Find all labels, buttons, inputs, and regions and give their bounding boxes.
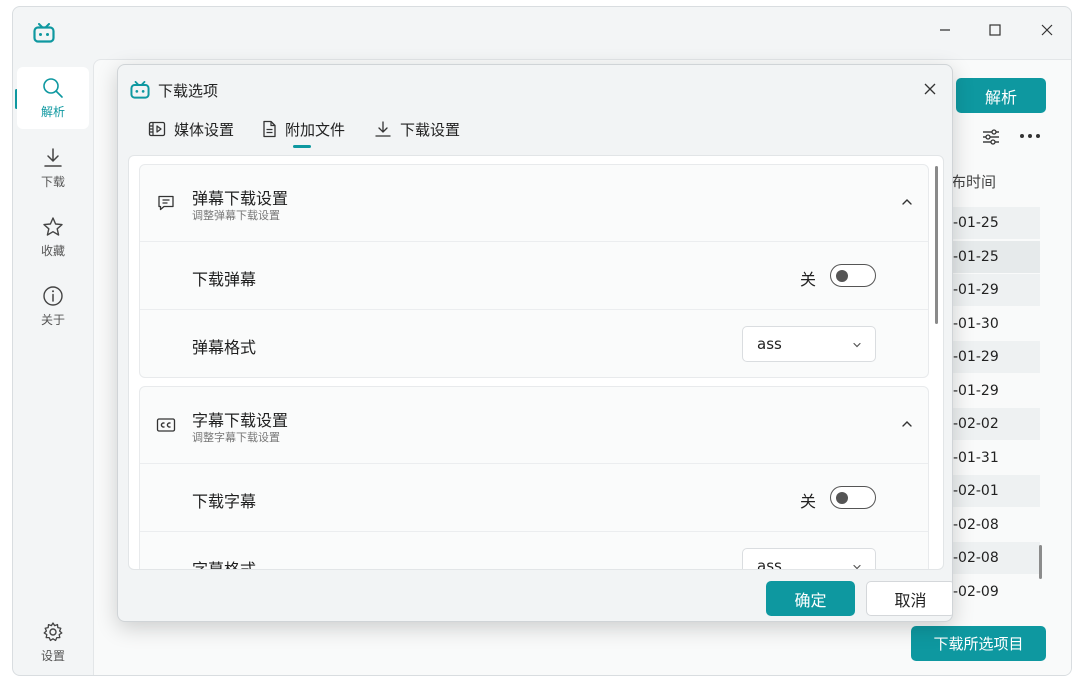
close-icon [1041,24,1053,36]
dialog-title: 下载选项 [158,82,219,100]
subtitle-format-row: 字幕格式 ass [140,531,928,570]
chevron-down-icon [853,564,861,569]
dialog-scrollbar[interactable] [935,166,938,324]
table-row: -01-30 [953,316,999,332]
tab-attached-files[interactable]: 附加文件 [261,115,345,143]
download-subtitles-row: 下载字幕 关 [140,463,928,531]
media-settings-icon [148,121,166,137]
sidebar-item-label: 关于 [40,312,65,327]
download-icon [44,147,62,167]
table-row: -02-02 [943,408,1040,440]
danmaku-settings-header[interactable]: 弹幕下载设置 调整弹幕下载设置 [140,165,928,241]
toggle-state-label: 关 [800,492,817,511]
card-subtitle: 调整弹幕下载设置 [192,209,280,222]
sidebar-item-parse[interactable]: 解析 [17,67,89,129]
chevron-down-icon [853,342,861,348]
table-row: -02-01 [943,475,1040,507]
row-label: 下载弹幕 [192,270,257,289]
download-danmaku-toggle[interactable] [830,264,876,287]
close-window-button[interactable] [1027,17,1067,43]
toggle-knob [836,269,848,282]
sidebar-item-label: 下载 [40,174,65,189]
toggle-state-label: 关 [800,270,817,289]
card-title: 字幕下载设置 [192,411,289,430]
filter-settings-icon[interactable] [981,129,1001,145]
row-label: 弹幕格式 [192,338,257,357]
subtitle-settings-card: 字幕下载设置 调整字幕下载设置 下载字幕 关 字幕格式 ass [139,386,929,570]
closed-caption-icon [156,418,176,432]
sidebar-item-favorites[interactable]: 收藏 [17,206,89,268]
table-row: -02-08 [943,542,1040,574]
info-icon [43,285,63,306]
list-scrollbar[interactable] [1039,545,1042,579]
row-label: 下载字幕 [192,492,257,511]
danmaku-format-select[interactable]: ass [742,326,876,362]
toggle-knob [836,491,848,504]
card-title: 弹幕下载设置 [192,189,289,208]
column-header-publish-time: 布时间 [951,173,997,191]
table-row: -01-29 [943,341,1040,373]
download-icon [375,121,391,137]
sidebar-item-label: 设置 [40,648,65,663]
gear-icon [43,621,63,641]
dialog-scroll-area: 弹幕下载设置 调整弹幕下载设置 下载弹幕 关 弹幕格式 ass 字幕下载设置 调… [128,155,944,570]
download-selected-button[interactable]: 下载所选项目 [911,626,1046,661]
sidebar-item-download[interactable]: 下载 [17,137,89,199]
subtitle-settings-header[interactable]: 字幕下载设置 调整字幕下载设置 [140,387,928,463]
table-row: -01-31 [953,450,999,466]
star-icon [43,216,63,236]
dialog-close-button[interactable] [918,77,942,101]
table-row: -02-09 [953,584,999,600]
app-window: 解析 下载 收藏 关于 设置 解析 布时间 -01-25 -01-25 -01-… [12,6,1072,676]
download-subtitles-toggle[interactable] [830,486,876,509]
table-row: -02-08 [953,517,999,533]
tab-media-settings[interactable]: 媒体设置 [148,115,234,143]
table-row: -01-29 [943,274,1040,306]
bilibili-logo-icon [130,81,150,99]
sidebar-item-label: 解析 [40,104,65,119]
chevron-up-icon [902,421,912,427]
tab-label: 下载设置 [400,120,461,139]
sidebar-item-about[interactable]: 关于 [17,275,89,337]
cancel-button[interactable]: 取消 [866,581,952,616]
danmaku-format-row: 弹幕格式 ass [140,309,928,379]
file-icon [263,120,276,138]
confirm-button[interactable]: 确定 [766,581,855,616]
more-options-icon[interactable] [1019,133,1041,139]
bilibili-logo-icon [33,23,55,43]
row-label: 字幕格式 [192,560,257,570]
card-subtitle: 调整字幕下载设置 [192,431,280,444]
subtitle-format-select[interactable]: ass [742,548,876,570]
maximize-button[interactable] [975,17,1015,43]
select-value: ass [757,557,782,570]
parse-button[interactable]: 解析 [956,78,1046,113]
chevron-up-icon [902,199,912,205]
minimize-button[interactable] [925,17,965,43]
search-icon [43,77,63,98]
tab-label: 媒体设置 [174,120,235,139]
comment-icon [158,195,174,211]
close-icon [924,83,936,95]
download-danmaku-row: 下载弹幕 关 [140,241,928,309]
tab-download-settings[interactable]: 下载设置 [374,115,460,143]
table-row: -01-25 [943,207,1040,239]
maximize-icon [989,24,1001,36]
danmaku-settings-card: 弹幕下载设置 调整弹幕下载设置 下载弹幕 关 弹幕格式 ass [139,164,929,378]
sidebar-item-label: 收藏 [40,243,65,258]
sidebar-item-settings[interactable]: 设置 [17,611,89,673]
minimize-icon [940,29,950,31]
table-row: -01-29 [953,383,999,399]
active-tab-indicator [293,145,311,148]
select-value: ass [757,335,782,353]
table-row: -01-25 [943,241,1040,273]
tab-label: 附加文件 [285,120,346,139]
download-options-dialog: 下载选项 媒体设置 附加文件 下载设置 弹幕下载设置 调整弹幕下载设置 下载弹幕… [117,64,953,622]
